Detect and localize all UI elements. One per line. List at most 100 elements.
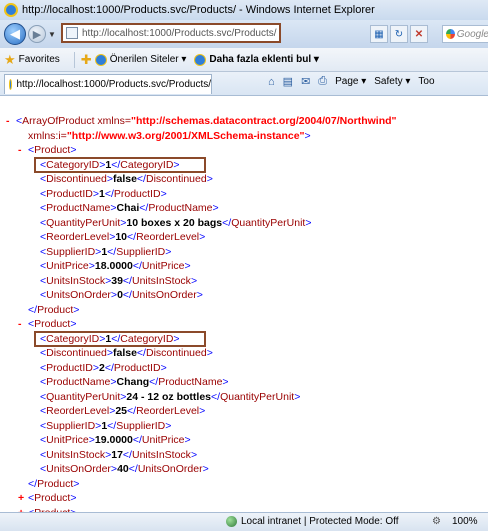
xml-tag-name: UnitsInStock — [46, 274, 106, 287]
xml-bracket: </ — [122, 274, 132, 287]
xml-product-open: - <Product> — [18, 144, 76, 157]
xml-field-UnitPrice: <UnitPrice>19.0000</UnitPrice> — [40, 434, 191, 447]
xml-bracket: </ — [104, 187, 114, 200]
xml-bracket: </ — [28, 477, 38, 490]
xml-bracket: > — [206, 173, 213, 185]
address-url[interactable]: http://localhost:1000/Products.svc/Produ… — [82, 28, 277, 39]
title-bar: http://localhost:1000/Products.svc/Produ… — [0, 0, 488, 20]
xml-value: 40 — [117, 463, 129, 475]
xml-bracket: > — [70, 492, 77, 504]
xml-tag-name: Discontinued — [145, 173, 207, 185]
xml-bracket: > — [184, 434, 191, 446]
favorites-button[interactable]: Favorites — [19, 54, 60, 65]
ie-logo-icon — [4, 3, 18, 17]
xml-tag-name: ReorderLevel — [136, 231, 200, 243]
xml-bracket: </ — [127, 405, 137, 417]
address-bar[interactable]: http://localhost:1000/Products.svc/Produ… — [61, 23, 281, 43]
command-bar: http://localhost:1000/Products.svc/Produ… — [0, 72, 488, 96]
xml-tag-name: Product — [34, 144, 71, 156]
back-button[interactable]: ◀ — [4, 23, 26, 45]
xml-tag-name: SupplierID — [46, 419, 96, 432]
feeds-icon[interactable]: ▤ — [283, 75, 293, 88]
stop-icon[interactable]: ✕ — [410, 25, 428, 43]
divider — [73, 51, 75, 68]
xml-bracket: </ — [211, 390, 221, 403]
safety-menu[interactable]: Safety ▾ — [374, 76, 410, 87]
xml-bracket: </ — [132, 434, 142, 446]
xml-bracket: > — [222, 376, 229, 388]
collapse-toggle[interactable]: - — [6, 115, 16, 128]
xml-tag-name: Product — [34, 492, 71, 504]
xml-tag-name: UnitPrice — [46, 260, 89, 272]
xml-value: 39 — [111, 274, 123, 287]
security-zone-label: Local intranet | Protected Mode: Off — [241, 516, 399, 527]
xml-value: Chang — [116, 376, 150, 388]
xml-bracket: > — [206, 347, 213, 359]
browser-tab[interactable]: http://localhost:1000/Products.svc/Produ… — [4, 73, 212, 94]
xml-bracket: > — [190, 448, 198, 461]
xml-attribute-name: xmlns:i= — [28, 129, 67, 142]
xml-bracket: > — [199, 231, 206, 243]
xml-bracket: > — [165, 419, 172, 432]
collapse-toggle[interactable]: - — [18, 144, 28, 157]
tools-menu[interactable]: Too — [418, 76, 434, 87]
xml-field-SupplierID: <SupplierID>1</SupplierID> — [40, 246, 171, 259]
xml-bracket: </ — [107, 245, 117, 258]
xml-tag-name: UnitsInStock — [131, 274, 191, 287]
xml-tag-name: SupplierID — [46, 245, 96, 258]
xml-value: 10 boxes x 20 bags — [126, 216, 223, 229]
xml-value: false — [112, 347, 137, 359]
print-icon[interactable]: ⎙ — [318, 75, 327, 88]
favorites-star-icon[interactable]: ★ — [4, 52, 16, 68]
zoom-options-icon[interactable]: ⚙ — [432, 516, 441, 527]
page-menu[interactable]: Page ▾ — [335, 76, 366, 87]
xml-bracket: > — [294, 390, 301, 403]
xml-field-ProductID: <ProductID>2</ProductID> — [40, 362, 167, 375]
expand-toggle[interactable]: + — [18, 492, 28, 505]
xml-field-ReorderLevel: <ReorderLevel>25</ReorderLevel> — [40, 405, 205, 418]
home-icon[interactable]: ⌂ — [268, 76, 275, 88]
xml-tag-name: SupplierID — [116, 245, 166, 258]
xml-bracket: </ — [132, 260, 142, 272]
compatibility-view-icon[interactable]: ▦ — [370, 25, 388, 43]
tab-label: http://localhost:1000/Products.svc/Produ… — [16, 78, 211, 90]
xml-bracket: > — [190, 274, 198, 287]
xml-attribute-value: "http://schemas.datacontract.org/2004/07… — [130, 115, 397, 127]
xml-tag-name: ProductName — [158, 376, 223, 388]
xml-attribute-name: xmlns= — [97, 115, 131, 127]
navigation-bar: ◀ ▶ ▼ http://localhost:1000/Products.svc… — [0, 20, 488, 48]
zoom-level[interactable]: 100% — [452, 516, 478, 527]
suggested-sites-link[interactable]: Önerilen Siteler ▾ — [110, 54, 187, 65]
xml-product-collapsed: +<Product> — [18, 492, 76, 505]
history-dropdown-icon[interactable]: ▼ — [48, 30, 56, 39]
suggested-sites-icon — [94, 53, 107, 66]
google-icon — [446, 29, 455, 39]
xml-bracket: > — [305, 216, 312, 229]
forward-button[interactable]: ▶ — [28, 25, 46, 43]
window-title: http://localhost:1000/Products.svc/Produ… — [22, 4, 375, 16]
xml-field-SupplierID: <SupplierID>1</SupplierID> — [40, 420, 171, 433]
xml-bracket: </ — [139, 202, 149, 214]
collapse-toggle[interactable]: - — [18, 318, 28, 331]
xml-tag-name: UnitsInStock — [131, 448, 191, 461]
xml-attribute-value: "http://www.w3.org/2001/XMLSchema-instan… — [66, 129, 305, 142]
xml-tag-name: Discontinued — [46, 173, 107, 185]
xml-root-open: - <ArrayOfProduct xmlns="http://schemas.d… — [6, 115, 397, 128]
add-favorites-icon[interactable]: ✚ — [81, 52, 92, 68]
read-mail-icon[interactable]: ✉ — [301, 75, 310, 88]
xml-tag-name: ProductName — [148, 202, 213, 214]
xml-tag-name: UnitsOnOrder — [131, 289, 197, 301]
xml-bracket: </ — [107, 419, 117, 432]
xml-bracket: </ — [127, 231, 137, 243]
xml-bracket: </ — [136, 173, 146, 185]
get-more-addons-link[interactable]: Daha fazla eklenti bul ▾ — [209, 54, 319, 65]
xml-bracket: > — [184, 260, 191, 272]
xml-bracket: </ — [128, 463, 138, 475]
xml-tag-name: UnitsOnOrder — [46, 463, 111, 475]
xml-tag-name: Product — [37, 303, 74, 316]
xml-bracket: > — [160, 361, 167, 374]
refresh-icon[interactable]: ↻ — [390, 25, 408, 43]
xml-bracket: > — [73, 303, 80, 316]
xml-value: false — [112, 173, 137, 185]
search-box[interactable]: Google — [442, 25, 488, 43]
